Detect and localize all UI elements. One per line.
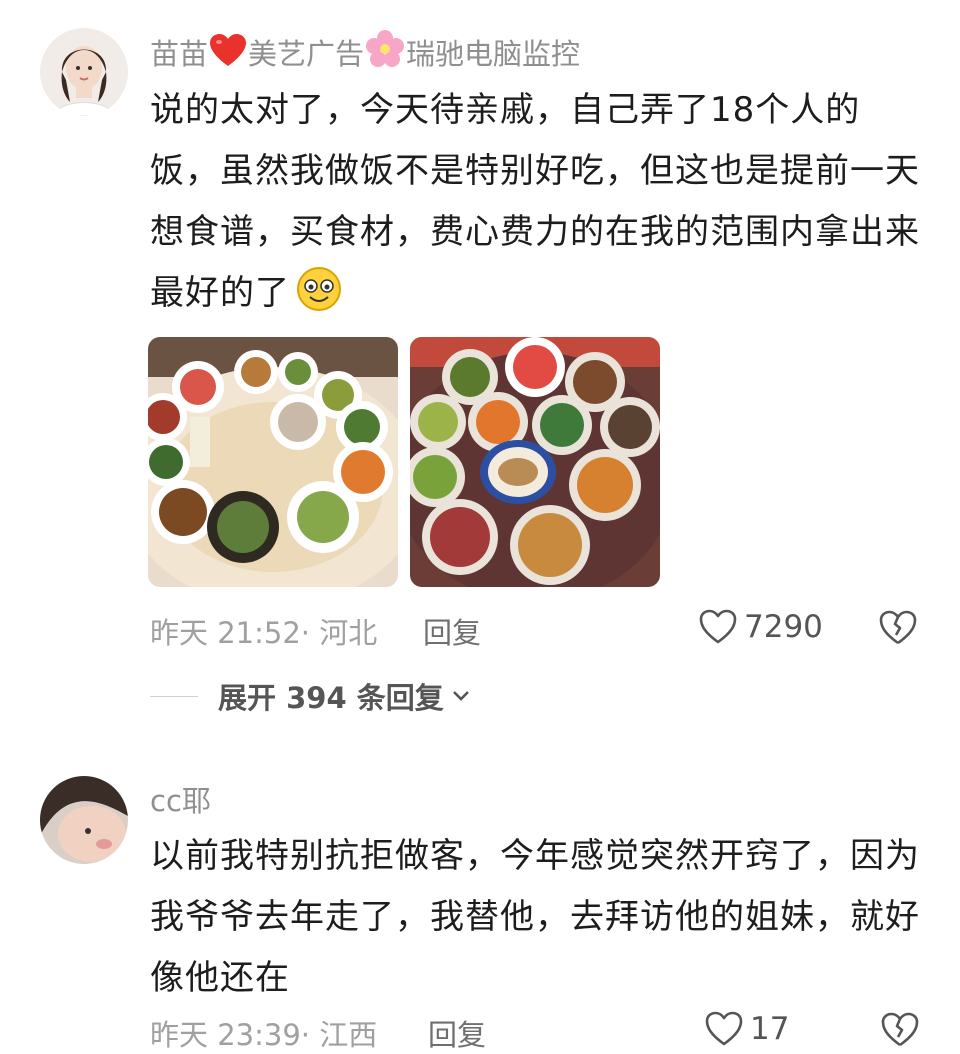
time-location: 昨天 23:39· 江西 bbox=[150, 1018, 378, 1052]
expand-replies-label: 展开 394 条回复 bbox=[218, 681, 444, 715]
dislike-button[interactable] bbox=[878, 609, 918, 651]
like-count: 17 bbox=[750, 1011, 790, 1047]
red-heart-emoji bbox=[210, 34, 247, 75]
broken-heart-icon bbox=[879, 610, 917, 645]
reply-button[interactable]: 回复 bbox=[423, 610, 481, 652]
username[interactable]: 苗苗 美艺广告 瑞驰电脑监控 bbox=[150, 30, 580, 75]
username-text: 苗苗 bbox=[150, 37, 209, 71]
like-count: 7290 bbox=[744, 609, 823, 645]
photo-2[interactable] bbox=[410, 337, 660, 587]
divider-line bbox=[150, 695, 198, 697]
heart-outline-icon bbox=[705, 1011, 743, 1046]
broken-heart-icon bbox=[881, 1012, 919, 1047]
reply-button[interactable]: 回复 bbox=[428, 1012, 486, 1054]
dislike-button[interactable] bbox=[880, 1011, 920, 1053]
comment-text-content: 说的太对了，今天待亲戚，自己弄了18个人的饭，虽然我做饭不是特别好吃，但这也是提… bbox=[150, 90, 920, 313]
smile-emoji bbox=[296, 266, 342, 332]
time-location: 昨天 21:52· 河北 bbox=[150, 616, 378, 650]
avatar[interactable] bbox=[40, 28, 128, 116]
flower-emoji bbox=[366, 30, 405, 75]
expand-replies[interactable]: 展开 394 条回复 bbox=[150, 675, 472, 717]
chevron-down-icon bbox=[452, 691, 469, 701]
like-button[interactable]: 7290 bbox=[698, 608, 823, 646]
heart-outline-icon bbox=[699, 609, 737, 644]
comment-text: 说的太对了，今天待亲戚，自己弄了18个人的饭，虽然我做饭不是特别好吃，但这也是提… bbox=[150, 80, 920, 332]
avatar[interactable] bbox=[40, 776, 128, 864]
comment-text: 以前我特别抗拒做客，今年感觉突然开窍了，因为我爷爷去年走了，我替他，去拜访他的姐… bbox=[150, 836, 920, 998]
photo-1[interactable] bbox=[148, 337, 398, 587]
like-button[interactable]: 17 bbox=[704, 1010, 789, 1048]
username[interactable]: cc耶 bbox=[150, 778, 211, 820]
badge-text-1: 美艺广告 bbox=[248, 37, 365, 71]
badge-text-2: 瑞驰电脑监控 bbox=[406, 37, 581, 71]
